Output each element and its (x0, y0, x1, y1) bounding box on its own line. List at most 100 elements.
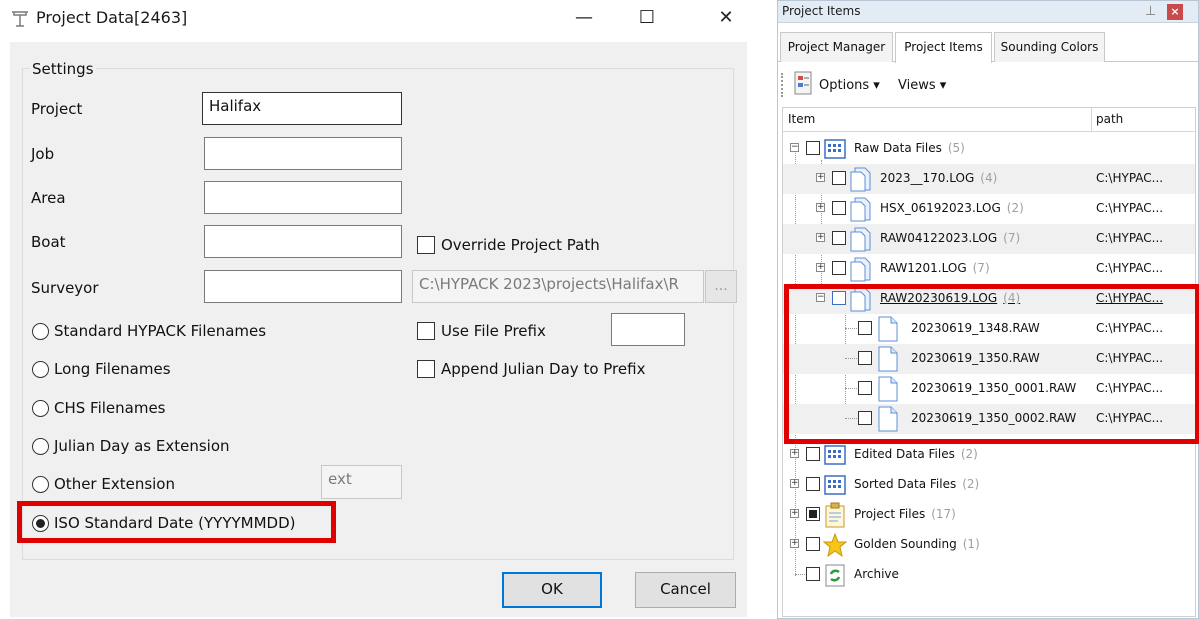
prefix-input[interactable] (611, 313, 685, 346)
boat-label: Boat (31, 233, 66, 251)
radio-julian-extension[interactable]: Julian Day as Extension (32, 437, 230, 455)
radio-other-label: Other Extension (54, 475, 175, 493)
tree-row-log[interactable]: + RAW1201.LOG (7) C:\HYPAC... (783, 254, 1195, 284)
radio-julian-circle[interactable] (32, 437, 49, 455)
expand-icon[interactable]: + (816, 173, 825, 182)
row-checkbox[interactable] (806, 537, 820, 551)
row-checkbox[interactable] (806, 447, 820, 461)
use-prefix-checkbox[interactable]: Use File Prefix (417, 322, 546, 340)
override-path-checkbox[interactable]: Override Project Path (417, 236, 600, 254)
radio-long-filenames[interactable]: Long Filenames (32, 360, 171, 378)
row-checkbox[interactable] (806, 141, 820, 155)
tree-row-log[interactable]: + RAW04122023.LOG (7) C:\HYPAC... (783, 224, 1195, 254)
iso-highlight-box (17, 501, 336, 543)
clipboard-icon (825, 502, 845, 528)
browse-button[interactable]: ... (705, 270, 737, 303)
tab-sounding-colors[interactable]: Sounding Colors (994, 32, 1105, 62)
minimize-button[interactable]: — (561, 0, 607, 36)
views-menu[interactable]: Views ▾ (898, 78, 946, 93)
options-menu[interactable]: Options ▾ (819, 78, 880, 93)
row-checkbox[interactable] (806, 477, 820, 491)
row-label: Project Files (17) (854, 507, 956, 521)
row-count: (7) (972, 261, 990, 275)
radio-julian-label: Julian Day as Extension (54, 437, 230, 455)
row-path: C:\HYPAC... (1096, 261, 1164, 275)
tree-row-sorted-data-files[interactable]: + Sorted Data Files (2) (783, 470, 1195, 500)
panel-title: Project Items (782, 4, 861, 18)
tree-row-log[interactable]: + HSX_06192023.LOG (2) C:\HYPAC... (783, 194, 1195, 224)
tree-row-golden-sounding[interactable]: + Golden Sounding (1) (783, 530, 1195, 560)
expand-icon[interactable]: + (816, 203, 825, 212)
dialog-title: Project Data[2463] (36, 8, 188, 27)
raw-files-highlight-box (784, 284, 1199, 444)
tree-row-archive[interactable]: Archive (783, 560, 1195, 590)
expand-icon[interactable]: + (790, 539, 799, 548)
row-count: (1) (962, 537, 980, 551)
expand-icon[interactable]: + (790, 479, 799, 488)
project-input[interactable]: Halifax (202, 92, 402, 125)
log-file-icon (850, 227, 871, 252)
row-label-text: Sorted Data Files (854, 477, 957, 491)
extension-input[interactable]: ext (321, 465, 402, 499)
override-path-box[interactable] (417, 236, 435, 254)
append-julian-box[interactable] (417, 360, 435, 378)
job-label: Job (31, 145, 55, 163)
row-label: Golden Sounding (1) (854, 537, 980, 551)
boat-input[interactable] (204, 225, 402, 258)
options-icon[interactable] (793, 70, 815, 98)
radio-chs-circle[interactable] (32, 399, 49, 417)
expand-icon[interactable]: + (790, 449, 799, 458)
tree-row-project-files[interactable]: + Project Files (17) (783, 500, 1195, 530)
row-label: Raw Data Files (5) (854, 141, 965, 155)
radio-other-circle[interactable] (32, 475, 49, 493)
tab-project-manager[interactable]: Project Manager (780, 32, 893, 62)
radio-standard-filenames[interactable]: Standard HYPACK Filenames (32, 322, 266, 340)
dialog-body: Settings Project Halifax Job Area Boat O… (10, 42, 747, 617)
row-label: Edited Data Files (2) (854, 447, 978, 461)
collapse-icon[interactable]: − (790, 143, 799, 152)
project-path-input[interactable]: C:\HYPACK 2023\projects\Halifax\R (412, 270, 704, 303)
row-checkbox[interactable] (832, 231, 846, 245)
row-checkbox[interactable] (806, 507, 820, 521)
expand-icon[interactable]: + (816, 263, 825, 272)
close-button[interactable]: ✕ (703, 0, 749, 36)
panel-close-icon[interactable]: × (1167, 4, 1183, 20)
row-label-text: RAW1201.LOG (880, 261, 967, 275)
cancel-button[interactable]: Cancel (635, 572, 736, 608)
radio-long-circle[interactable] (32, 360, 49, 378)
tree-row-edited-data-files[interactable]: + Edited Data Files (2) (783, 440, 1195, 470)
toolbar-grip (781, 73, 784, 97)
row-count: (2) (1006, 201, 1024, 215)
maximize-button[interactable]: ☐ (624, 0, 670, 36)
tree-row-log[interactable]: + 2023__170.LOG (4) C:\HYPAC... (783, 164, 1195, 194)
expand-icon[interactable]: + (816, 233, 825, 242)
log-file-icon (850, 197, 871, 222)
column-item[interactable]: Item (788, 112, 815, 126)
row-label-text: Raw Data Files (854, 141, 942, 155)
radio-standard-circle[interactable] (32, 322, 49, 340)
radio-chs-label: CHS Filenames (54, 399, 166, 417)
row-checkbox[interactable] (832, 261, 846, 275)
tab-project-items[interactable]: Project Items (895, 32, 992, 63)
dialog-titlebar[interactable]: Project Data[2463] — ☐ ✕ (0, 0, 757, 40)
column-path[interactable]: path (1096, 112, 1123, 126)
radio-chs-filenames[interactable]: CHS Filenames (32, 399, 166, 417)
tree-row-raw-data-files[interactable]: − Raw Data Files (5) (783, 134, 1195, 164)
row-checkbox[interactable] (806, 567, 820, 581)
row-count: (2) (962, 477, 980, 491)
area-input[interactable] (204, 181, 402, 214)
column-divider[interactable] (1091, 108, 1092, 132)
radio-other-extension[interactable]: Other Extension (32, 475, 175, 493)
use-prefix-box[interactable] (417, 322, 435, 340)
surveyor-input[interactable] (204, 270, 402, 303)
archive-refresh-icon (825, 564, 845, 587)
job-input[interactable] (204, 137, 402, 170)
radio-standard-label: Standard HYPACK Filenames (54, 322, 267, 340)
ok-button[interactable]: OK (502, 572, 602, 608)
row-label: Archive (854, 567, 899, 581)
expand-icon[interactable]: + (790, 509, 799, 518)
row-checkbox[interactable] (832, 171, 846, 185)
append-julian-checkbox[interactable]: Append Julian Day to Prefix (417, 360, 645, 378)
pin-icon[interactable]: ⊥ (1145, 4, 1161, 20)
row-checkbox[interactable] (832, 201, 846, 215)
